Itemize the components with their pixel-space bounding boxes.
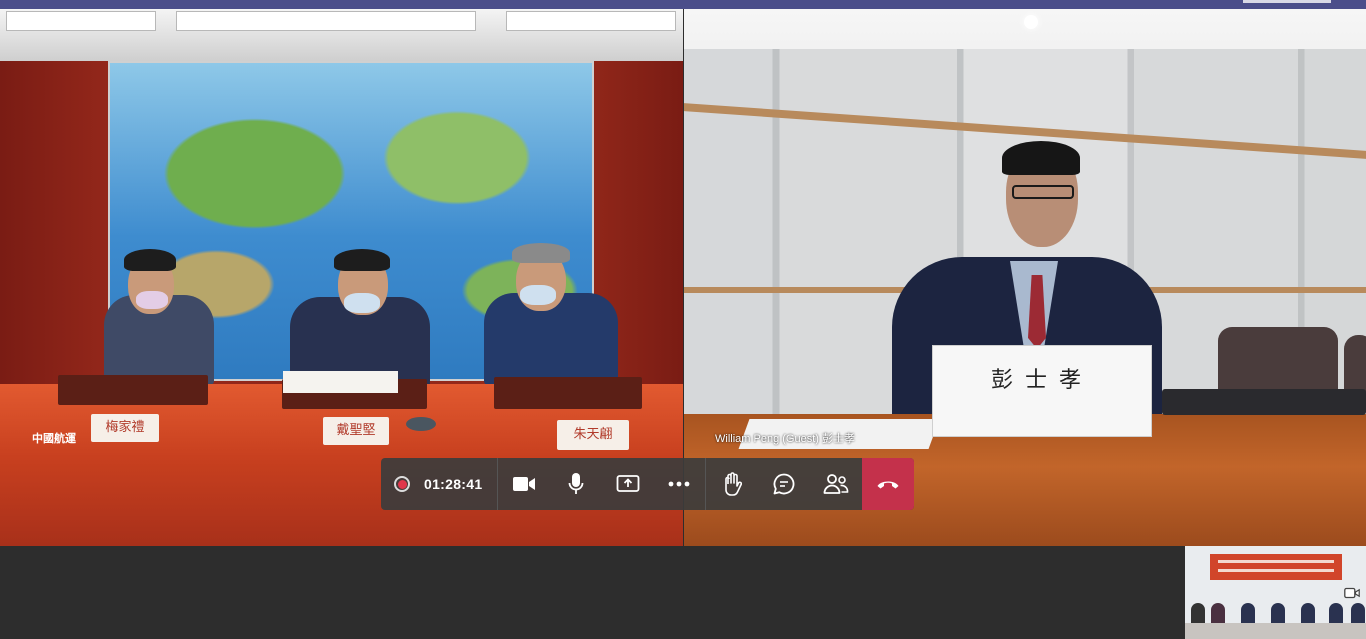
raise-hand-icon [725,472,743,496]
video-call-window: 梅家禮 戴聖堅 朱天翩 中國航運 彭士孝 William Peng (Guest… [0,0,1366,639]
self-view-table [1185,623,1366,639]
face-mask [344,293,380,313]
more-options-icon [669,481,690,487]
microphone-icon [568,473,584,494]
share-screen-icon [616,475,639,492]
person-figure [1329,603,1343,625]
signing-folder [494,377,642,409]
nameplate: 梅家禮 [91,414,159,442]
person-figure [1351,603,1365,625]
nameplate: 朱天翩 [557,420,629,450]
title-bar [0,0,1366,9]
table-microphone [406,417,436,431]
share-screen-button[interactable] [602,458,654,510]
call-timer: 01:28:41 [424,476,483,492]
camera-toggle-button[interactable] [1344,586,1360,604]
person-glasses [1012,185,1074,199]
banner-text-line [1218,569,1334,572]
room-ceiling [0,9,683,61]
ceiling-light [6,11,156,31]
person-figure [1271,603,1285,625]
participants-button[interactable] [810,458,862,510]
keyboard [1162,389,1366,415]
camera-toggle-icon [1344,587,1360,599]
person-figure [1241,603,1255,625]
stage-footer [0,546,1366,639]
self-view-people [1185,596,1366,639]
record-icon [394,476,410,492]
office-chair [1344,335,1366,395]
person-hair [124,249,176,271]
call-control-bar: 01:28:41 [381,458,915,510]
chat-icon [773,473,795,495]
person-figure [1301,603,1315,625]
nameplate: 彭士孝 [932,345,1152,437]
signing-document [283,371,398,393]
camera-button[interactable] [498,458,550,510]
face-mask [136,291,168,309]
person-hair [334,249,390,271]
chat-button[interactable] [758,458,810,510]
hang-up-button[interactable] [862,458,915,510]
person-hair [512,243,570,263]
signing-folder [58,375,208,405]
ceiling-light [176,11,476,31]
participant-name-label: William Peng (Guest) 彭士孝 [715,433,855,445]
ceiling-light [506,11,676,31]
event-banner [1210,554,1342,580]
more-options-button[interactable] [654,458,706,510]
face-mask [520,285,556,305]
raise-hand-button[interactable] [706,458,758,510]
ceiling-spotlight [1024,15,1038,29]
hang-up-icon [877,481,899,489]
banner-text-line [1218,560,1334,563]
window-drag-handle[interactable] [1243,0,1331,3]
person-hair [1002,141,1080,175]
self-view-preview[interactable] [1185,546,1366,639]
nameplate: 戴聖堅 [323,417,389,445]
recording-indicator[interactable]: 01:28:41 [381,476,497,492]
camera-icon [512,477,535,491]
participants-icon [823,474,849,494]
company-label: 中國航運 [32,433,76,445]
person-figure [1211,603,1225,625]
person-figure [1191,603,1205,625]
microphone-button[interactable] [550,458,602,510]
